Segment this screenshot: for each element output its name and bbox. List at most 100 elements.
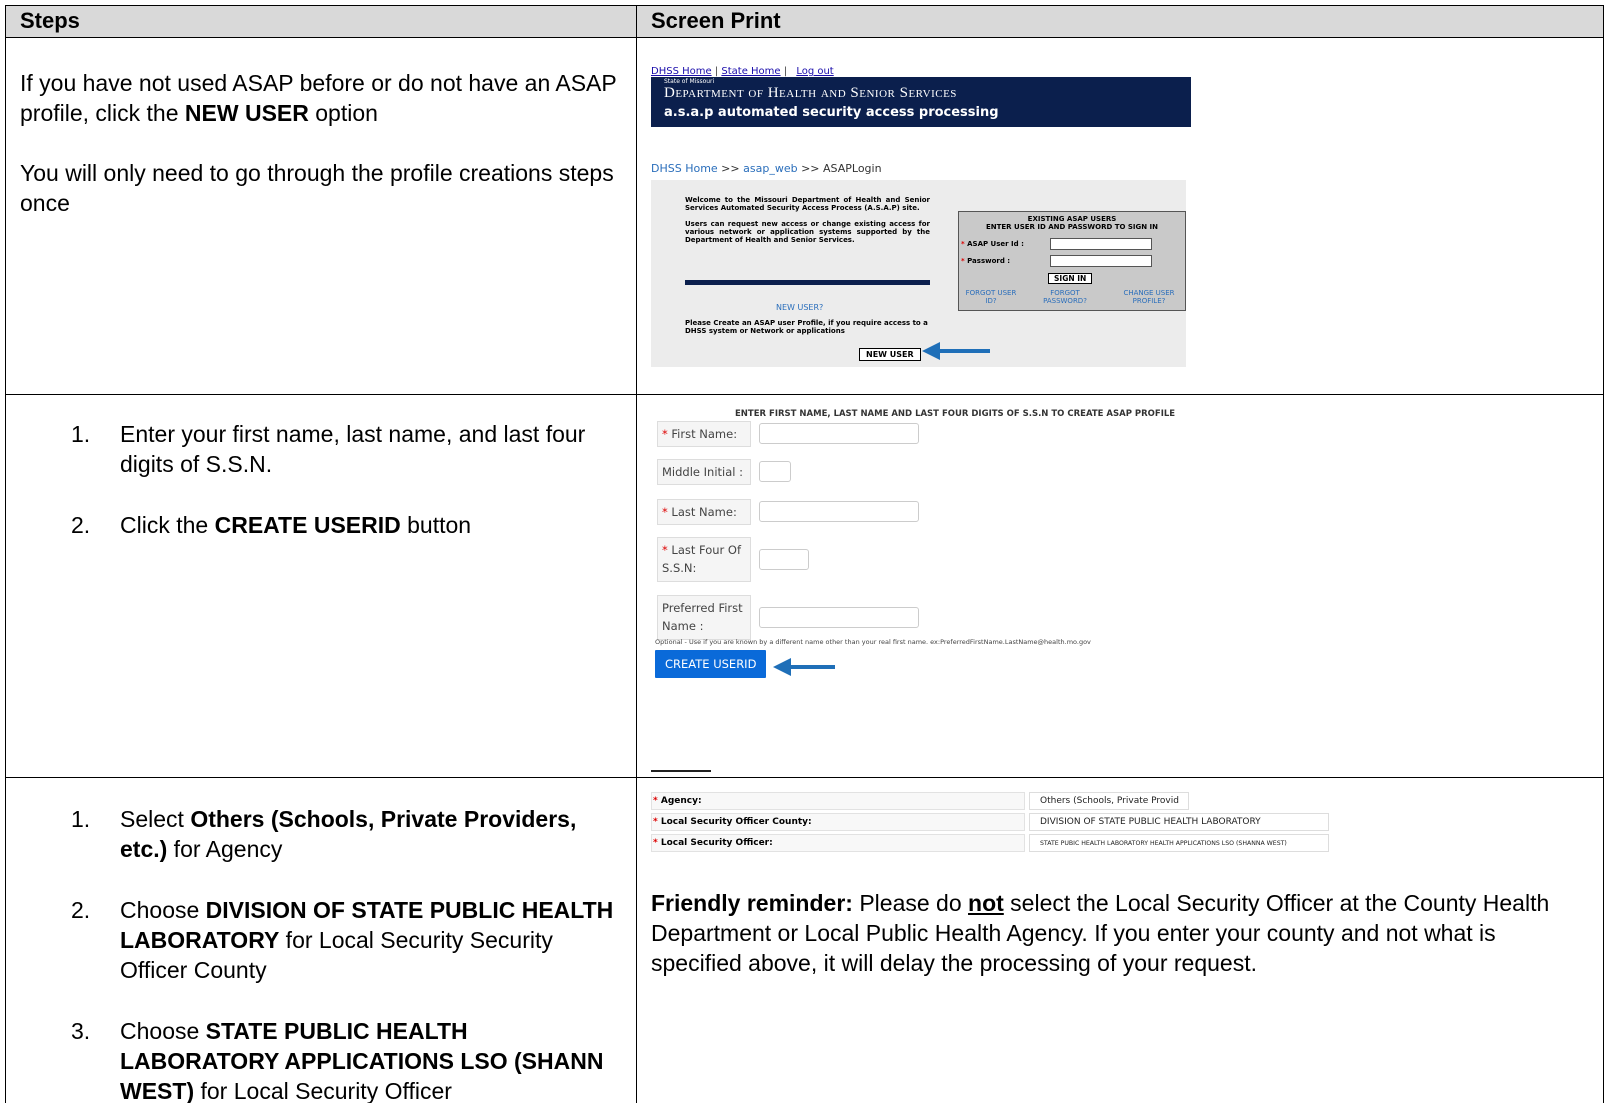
preferred-name-input[interactable] — [759, 607, 919, 628]
optional-note: Optional - Use if you are known by a dif… — [655, 638, 1091, 646]
login-panel: Welcome to the Missouri Department of He… — [651, 180, 1186, 367]
row1-steps: If you have not used ASAP before or do n… — [5, 37, 637, 395]
banner-state-label: State of Missouri — [664, 78, 715, 85]
officer-label: * Local Security Officer: — [651, 834, 1025, 852]
userid-label-text: ASAP User Id : — [964, 240, 1024, 248]
row1-para1: If you have not used ASAP before or do n… — [20, 68, 622, 128]
nav-logout-link[interactable]: Log out — [796, 66, 833, 77]
arrow-left-icon — [773, 658, 835, 676]
change-profile-link[interactable]: CHANGE USER PROFILE? — [1111, 289, 1187, 305]
middle-initial-label: Middle Initial : — [657, 459, 751, 485]
row3-step3: 3. Choose STATE PUBLIC HEALTH LABORATORY … — [20, 1016, 622, 1103]
row2-step2: 2. Click the CREATE USERID button — [20, 510, 622, 540]
password-input[interactable] — [1050, 255, 1152, 267]
login-screenshot: DHSS Home | State Home | Log out State o… — [651, 66, 1191, 367]
welcome-text: Welcome to the Missouri Department of He… — [685, 196, 930, 252]
last-four-ssn-label-text: Last Four Of S.S.N: — [662, 543, 742, 575]
agency-screenshot: * Agency: Others (Schools, Private Provi… — [651, 792, 1331, 872]
row2-step2-post: button — [400, 512, 472, 538]
arrow-left-icon — [922, 342, 990, 360]
row2-step1-text: Enter your first name, last name, and la… — [120, 421, 586, 477]
row3-step1-text: Select — [120, 806, 191, 832]
county-select[interactable]: DIVISION OF STATE PUBLIC HEALTH LABORATO… — [1029, 813, 1329, 831]
crumb-current: ASAPLogin — [823, 162, 882, 175]
row2-screen: ENTER FIRST NAME, LAST NAME AND LAST FOU… — [636, 394, 1604, 778]
crumb-dhss-home[interactable]: DHSS Home — [651, 162, 718, 175]
row2-steps: 1. Enter your first name, last name, and … — [5, 394, 637, 778]
header-screen-print: Screen Print — [636, 5, 1604, 38]
county-label: * Local Security Officer County: — [651, 813, 1025, 831]
county-row: * Local Security Officer County: DIVISIO… — [651, 813, 1331, 831]
existing-users-box: EXISTING ASAP USERS ENTER USER ID AND PA… — [958, 211, 1186, 311]
form-title: ENTER FIRST NAME, LAST NAME AND LAST FOU… — [735, 409, 1176, 419]
row3-step2: 2. Choose DIVISION OF STATE PUBLIC HEALTH… — [20, 895, 622, 985]
row1-screen: DHSS Home | State Home | Log out State o… — [636, 37, 1604, 395]
last-name-label-text: Last Name: — [667, 505, 737, 519]
first-name-input[interactable] — [759, 423, 919, 444]
agency-row: * Agency: Others (Schools, Private Provi… — [651, 792, 1331, 810]
last-name-input[interactable] — [759, 501, 919, 522]
welcome-para2: Users can request new access or change e… — [685, 220, 930, 244]
userid-label: * ASAP User Id : — [961, 240, 1024, 248]
middle-initial-input[interactable] — [759, 461, 791, 482]
friendly-reminder: Friendly reminder: Please do not select … — [651, 888, 1551, 978]
existing-users-title: EXISTING ASAP USERS — [1027, 215, 1117, 223]
banner-asap-title: a.s.a.p automated security access proces… — [664, 105, 999, 120]
row3-step3-text: Choose — [120, 1018, 206, 1044]
row3-screen: * Agency: Others (Schools, Private Provi… — [636, 777, 1604, 1103]
step-number: 3. — [71, 1018, 91, 1044]
row2-step-list: 1. Enter your first name, last name, and … — [20, 419, 622, 540]
crumb-asap-web[interactable]: asap_web — [743, 162, 797, 175]
sign-in-button[interactable]: SIGN IN — [1048, 273, 1093, 284]
officer-select[interactable]: STATE PUBIC HEALTH LABORATORY HEALTH APP… — [1029, 834, 1329, 852]
row1-para1-bold: NEW USER — [184, 100, 309, 126]
last-four-ssn-label: * Last Four Of S.S.N: — [657, 537, 751, 582]
officer-row: * Local Security Officer: STATE PUBIC HE… — [651, 834, 1331, 852]
instructions-table: Steps Screen Print If you have not used … — [5, 5, 1604, 1103]
forgot-password-link[interactable]: FORGOT PASSWORD? — [1035, 289, 1095, 305]
crumb-sep: >> — [797, 162, 824, 175]
row3-step1-post: for Agency — [167, 836, 283, 862]
password-label: * Password : — [961, 257, 1010, 265]
county-label-text: Local Security Officer County: — [657, 817, 812, 827]
row3-step2-text: Choose — [120, 897, 206, 923]
last-name-label: * Last Name: — [657, 499, 751, 525]
password-label-text: Password : — [964, 257, 1011, 265]
welcome-para1: Welcome to the Missouri Department of He… — [685, 196, 930, 212]
crumb-sep: >> — [717, 162, 744, 175]
preferred-name-label: Preferred First Name : — [657, 595, 751, 640]
create-profile-screenshot: ENTER FIRST NAME, LAST NAME AND LAST FOU… — [651, 409, 1191, 772]
officer-label-text: Local Security Officer: — [657, 838, 773, 848]
row2-step2-text: Click the — [120, 512, 215, 538]
existing-users-subtitle: ENTER USER ID AND PASSWORD TO SIGN IN — [985, 223, 1159, 231]
row3-step1: 1. Select Others (Schools, Private Provid… — [20, 804, 622, 864]
agency-label: * Agency: — [651, 792, 1025, 810]
row2-step1: 1. Enter your first name, last name, and … — [20, 419, 622, 479]
last-four-ssn-input[interactable] — [759, 549, 809, 570]
forgot-userid-link[interactable]: FORGOT USER ID? — [965, 289, 1017, 305]
step-number: 1. — [71, 421, 91, 447]
reminder-not: not — [968, 890, 1004, 916]
breadcrumb: DHSS Home >> asap_web >> ASAPLogin — [651, 162, 1191, 175]
reminder-label: Friendly reminder: — [651, 890, 853, 916]
nav-state-home-link[interactable]: State Home — [721, 66, 780, 77]
row2-step2-bold: CREATE USERID — [214, 512, 401, 538]
create-userid-button[interactable]: CREATE USERID — [655, 650, 767, 678]
userid-input[interactable] — [1050, 238, 1152, 250]
reminder-text: Please do — [852, 890, 969, 916]
row1-para2: You will only need to go through the pro… — [20, 160, 614, 216]
row3-step-list: 1. Select Others (Schools, Private Provid… — [20, 804, 622, 1103]
first-name-label: * First Name: — [657, 421, 751, 447]
step-number: 2. — [71, 897, 91, 923]
step-number: 1. — [71, 806, 91, 832]
top-nav: DHSS Home | State Home | Log out — [651, 66, 1191, 77]
new-user-link[interactable]: NEW USER? — [776, 303, 823, 312]
row3-steps: 1. Select Others (Schools, Private Provid… — [5, 777, 637, 1103]
nav-dhss-home-link[interactable]: DHSS Home — [651, 66, 712, 77]
divider-line — [651, 770, 711, 772]
existing-users-header: EXISTING ASAP USERS ENTER USER ID AND PA… — [959, 215, 1185, 231]
agency-select[interactable]: Others (Schools, Private Provid — [1029, 792, 1189, 810]
banner-department: Department of Health and Senior Services — [664, 85, 957, 101]
nav-separator: | — [714, 66, 719, 77]
new-user-button[interactable]: NEW USER — [859, 348, 921, 361]
